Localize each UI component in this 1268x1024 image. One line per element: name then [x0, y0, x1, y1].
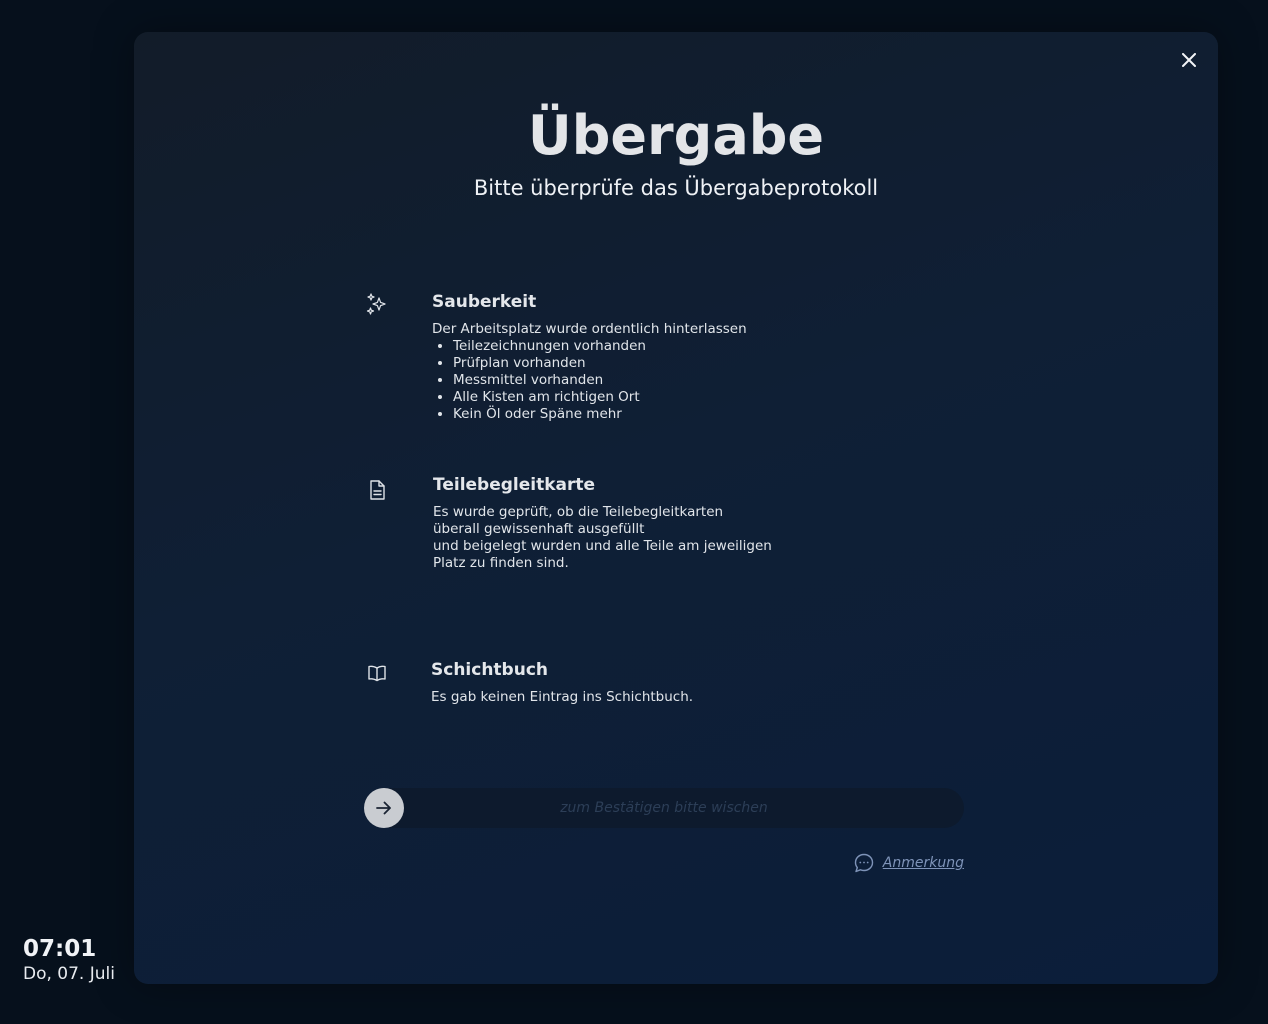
checklist-item: Messmittel vorhanden — [453, 372, 747, 389]
screen: Übergabe Bitte überprüfe das Übergabepro… — [0, 0, 1268, 1024]
swipe-to-confirm-track[interactable]: zum Bestätigen bitte wischen — [364, 788, 964, 828]
clock-date: Do, 07. Juli — [23, 964, 115, 984]
checklist: Teilezeichnungen vorhanden Prüfplan vorh… — [432, 338, 747, 423]
chat-bubble-icon[interactable] — [853, 852, 875, 874]
section-line: überall gewissenhaft ausgefüllt — [433, 521, 645, 537]
clock: 07:01 Do, 07. Juli — [23, 936, 115, 986]
section-heading: Sauberkeit — [432, 292, 537, 312]
sparkles-icon — [364, 292, 390, 318]
checklist-item: Alle Kisten am richtigen Ort — [453, 389, 747, 406]
checklist-item: Teilezeichnungen vorhanden — [453, 338, 747, 355]
close-button[interactable] — [1178, 49, 1200, 71]
section-line: und beigelegt wurden und alle Teile am j… — [433, 538, 772, 554]
section-body: Der Arbeitsplatz wurde ordentlich hinter… — [432, 321, 747, 423]
swipe-label: zum Bestätigen bitte wischen — [560, 800, 768, 816]
section-heading: Schichtbuch — [431, 660, 549, 680]
checklist-item: Kein Öl oder Späne mehr — [453, 406, 747, 423]
section-text: Der Arbeitsplatz wurde ordentlich hinter… — [432, 321, 747, 337]
close-icon[interactable] — [1182, 53, 1196, 67]
document-icon — [364, 477, 390, 503]
section-body: Es gab keinen Eintrag ins Schichtbuch. — [431, 689, 694, 705]
section-line: Es wurde geprüft, ob die Teilebegleitkar… — [433, 504, 724, 520]
handover-modal: Übergabe Bitte überprüfe das Übergabepro… — [134, 32, 1218, 984]
arrow-right-icon — [376, 801, 391, 815]
section-body: Es wurde geprüft, ob die Teilebegleitkar… — [433, 504, 772, 572]
checklist-item: Prüfplan vorhanden — [453, 355, 747, 372]
modal-subtitle: Bitte überprüfe das Übergabeprotokoll — [473, 176, 879, 200]
clock-time: 07:01 — [23, 936, 97, 962]
modal-title: Übergabe — [527, 104, 825, 167]
book-icon — [364, 660, 390, 686]
section-heading: Teilebegleitkarte — [433, 475, 596, 495]
swipe-handle[interactable] — [364, 788, 404, 828]
section-line: Platz zu finden sind. — [433, 555, 569, 571]
note-link[interactable]: Anmerkung — [853, 852, 964, 874]
note-label[interactable]: Anmerkung — [883, 855, 964, 871]
